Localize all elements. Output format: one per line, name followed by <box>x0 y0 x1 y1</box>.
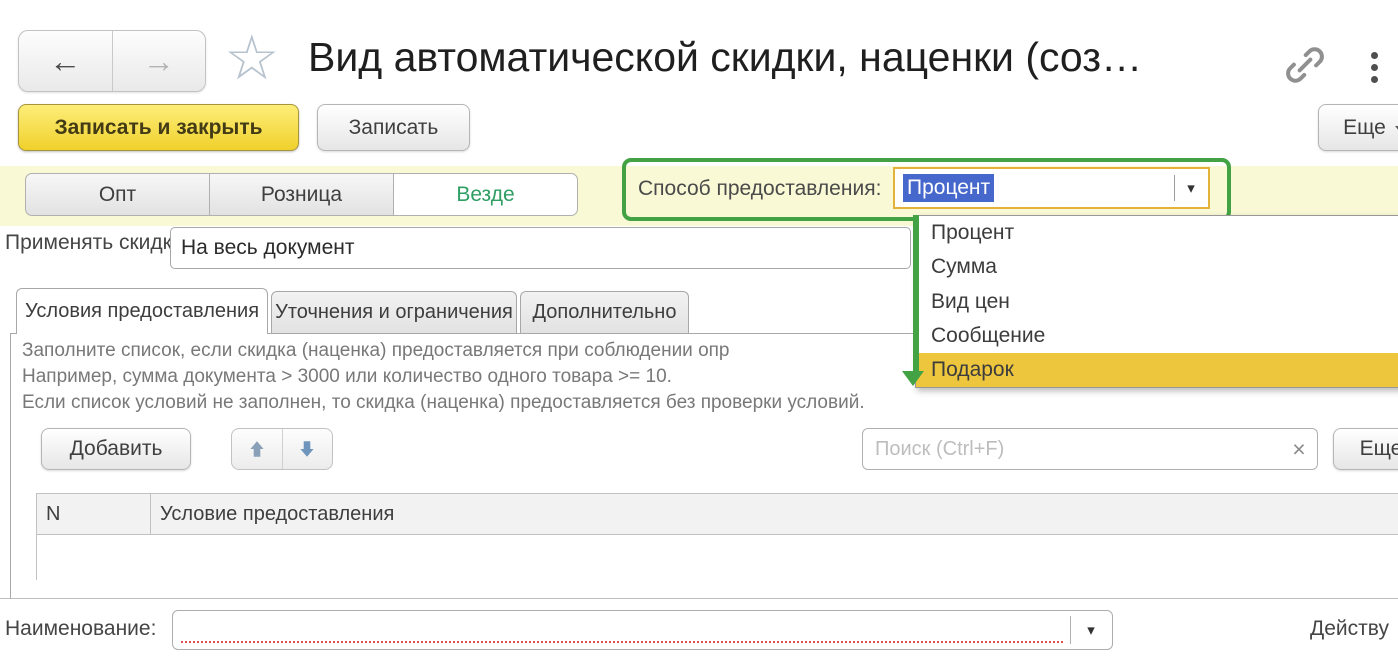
more-menu-dots-icon[interactable] <box>1364 46 1384 88</box>
dropdown-option-soobshchenie[interactable]: Сообщение <box>916 319 1398 353</box>
favorite-star-icon[interactable]: ☆ <box>224 28 280 90</box>
forward-button[interactable]: → <box>113 31 206 91</box>
name-dropdown-button[interactable]: ▾ <box>1070 611 1112 649</box>
back-button[interactable]: ← <box>19 31 113 91</box>
move-up-button[interactable] <box>232 429 283 469</box>
tab-usloviya-predostavleniya[interactable]: Условия предоставления <box>16 288 268 334</box>
dropdown-option-vid-cen[interactable]: Вид цен <box>916 284 1398 318</box>
move-updown-group <box>231 428 333 470</box>
bottom-divider <box>0 598 1398 599</box>
forward-arrow-icon: → <box>143 43 175 80</box>
chevron-down-icon: ▾ <box>1087 621 1095 639</box>
name-input[interactable] <box>181 613 1062 641</box>
more-button-label: Еще <box>1343 116 1386 140</box>
apply-discount-label: Применять скидку: <box>5 231 188 255</box>
tab-dopolnitelno[interactable]: Дополнительно <box>520 291 689 333</box>
name-field: ▾ <box>172 610 1113 650</box>
provision-method-label: Способ предоставления: <box>638 177 881 201</box>
clear-search-button[interactable]: × <box>1281 428 1318 470</box>
move-down-button[interactable] <box>283 429 333 469</box>
save-button[interactable]: Записать <box>317 104 470 151</box>
more-button-top[interactable]: Еще <box>1318 104 1398 151</box>
name-field-label: Наименование: <box>5 617 156 641</box>
get-link-icon[interactable] <box>1282 42 1328 88</box>
table-empty-body[interactable] <box>37 535 1398 581</box>
segment-vezde[interactable]: Везде <box>393 173 578 216</box>
segment-opt[interactable]: Опт <box>25 173 210 216</box>
page-title: Вид автоматической скидки, наценки (соз… <box>308 32 1240 82</box>
combobox-selected-text: Процент <box>903 174 994 202</box>
provision-method-dropdown: Процент Сумма Вид цен Сообщение Подарок <box>915 215 1398 388</box>
required-field-underline <box>181 641 1064 643</box>
arrow-down-icon <box>296 438 318 460</box>
provision-method-combobox[interactable]: Процент ▾ <box>893 167 1210 209</box>
column-header-n[interactable]: N <box>37 494 151 534</box>
search-input[interactable] <box>862 428 1282 470</box>
close-icon: × <box>1292 436 1305 463</box>
more-button-table[interactable]: Еще <box>1333 428 1398 470</box>
dropdown-option-podarok[interactable]: Подарок <box>916 353 1398 387</box>
save-and-close-button[interactable]: Записать и закрыть <box>18 104 299 151</box>
table-header-row: N Условие предоставления <box>37 494 1398 535</box>
arrow-up-icon <box>246 438 268 460</box>
dropdown-option-percent[interactable]: Процент <box>916 216 1398 250</box>
add-button[interactable]: Добавить <box>41 428 191 470</box>
apply-discount-field[interactable]: На весь документ <box>170 227 911 269</box>
combobox-dropdown-button[interactable]: ▾ <box>1174 169 1208 207</box>
help-line-3: Если список условий не заполнен, то скид… <box>22 390 1122 416</box>
conditions-table: N Условие предоставления <box>36 493 1398 580</box>
column-header-condition[interactable]: Условие предоставления <box>151 494 394 534</box>
chevron-down-icon: ▾ <box>1187 179 1195 197</box>
nav-history-group: ← → <box>18 30 206 92</box>
tab-utochneniya-i-ogranicheniya[interactable]: Уточнения и ограничения <box>271 291 517 333</box>
dropdown-option-summa[interactable]: Сумма <box>916 250 1398 284</box>
action-cut-label: Действу <box>1310 617 1389 641</box>
segment-roznitsa[interactable]: Розница <box>209 173 394 216</box>
back-arrow-icon: ← <box>49 43 81 80</box>
